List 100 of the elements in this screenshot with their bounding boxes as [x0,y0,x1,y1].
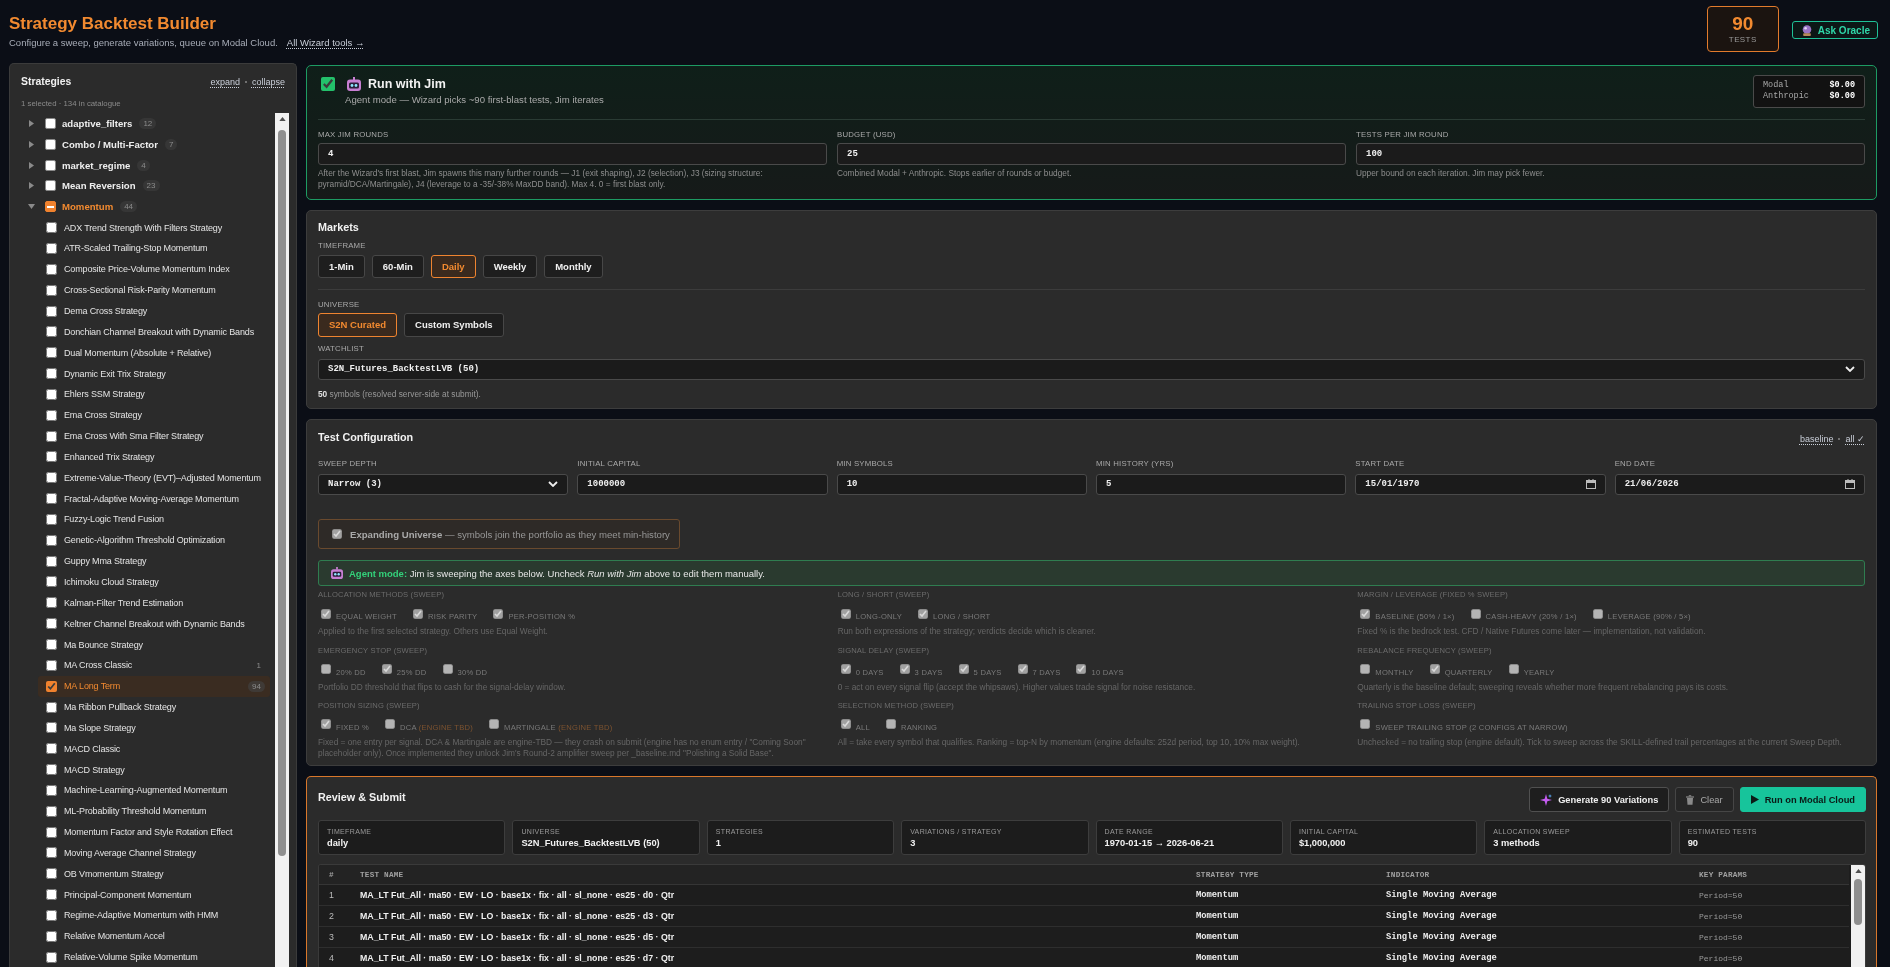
strategy-item[interactable]: Ma Bounce Strategy [38,634,270,655]
checkbox[interactable] [46,597,57,609]
sidebar-action-link[interactable]: expand [210,76,240,88]
strategy-item[interactable]: Dynamic Exit Trix Strategy [38,363,270,384]
strategy-item[interactable]: Momentum Factor and Style Rotation Effect [38,821,270,843]
timeframe-option[interactable]: 60-Min [371,254,424,279]
checkbox[interactable] [46,555,57,567]
strategy-item[interactable]: MACD Classic [38,738,270,760]
timeframe-option[interactable]: Daily [430,254,476,279]
checkbox[interactable] [45,201,56,213]
scrollbar-track[interactable] [1851,865,1865,967]
strategy-item[interactable]: ATR-Scaled Trailing-Stop Momentum [38,238,270,259]
scroll-up-icon[interactable] [278,117,286,121]
checkbox[interactable] [46,388,57,400]
checkbox[interactable] [46,513,57,525]
checkbox[interactable] [46,347,57,359]
timeframe-option[interactable]: Monthly [544,254,603,279]
strategy-item[interactable]: Relative-Volume Spike Momentum [38,946,270,967]
run-button[interactable]: Run on Modal Cloud [1739,786,1866,813]
caret-icon[interactable] [29,161,34,169]
checkbox[interactable] [46,680,57,692]
preset-link[interactable]: all ✓ [1845,432,1865,445]
checkbox[interactable] [46,868,57,880]
select-field[interactable]: Narrow (3) [318,473,569,495]
preset-link[interactable]: baseline [1799,432,1834,445]
category-item[interactable]: market_regime 4 [27,154,270,176]
input-field[interactable]: 5 [1096,473,1347,495]
checkbox[interactable] [46,784,57,796]
checkbox[interactable] [46,222,57,234]
checkbox[interactable] [46,618,57,630]
checkbox[interactable] [46,576,57,588]
select-field[interactable]: S2N_Futures_BacktestLVB (50) [318,358,1865,380]
scrollbar-thumb[interactable] [1854,879,1862,925]
strategy-item[interactable]: OB Vmomentum Strategy [38,863,270,885]
checkbox[interactable] [46,930,57,942]
date-field[interactable]: 21/06/2026 [1614,473,1865,495]
caret-icon[interactable] [29,119,34,127]
checkbox[interactable] [46,764,57,776]
strategy-item[interactable]: MA Cross Classic 1 [38,654,270,676]
caret-icon[interactable] [29,140,34,148]
timeframe-option[interactable]: 1-Min [318,254,365,279]
strategy-item[interactable]: Ma Ribbon Pullback Strategy [38,696,270,718]
strategy-item[interactable]: Genetic-Algorithm Threshold Optimization [38,529,270,551]
strategy-item[interactable]: Composite Price-Volume Momentum Index [38,258,270,280]
checkbox[interactable] [46,889,57,901]
checkbox[interactable] [46,910,57,921]
category-item[interactable]: adaptive_filters 12 [27,113,270,134]
ask-oracle-button[interactable]: Ask Oracle [1791,21,1878,39]
strategy-item[interactable]: MA Long Term 94 [38,675,270,697]
checkbox[interactable] [46,430,57,442]
universe-option[interactable]: Custom Symbols [404,313,504,337]
date-field[interactable]: 15/01/1970 [1355,473,1606,495]
input-field[interactable]: 1000000 [577,473,828,495]
category-item[interactable]: Combo / Multi-Factor 7 [27,133,270,155]
checkbox[interactable] [45,180,56,192]
timeframe-option[interactable]: Weekly [482,254,538,279]
strategy-item[interactable]: Ema Cross Strategy [38,404,270,426]
strategy-item[interactable]: MACD Strategy [38,759,270,780]
checkbox[interactable] [45,117,56,129]
universe-option[interactable]: S2N Curated [318,313,397,337]
strategy-item[interactable]: ML-Probability Threshold Momentum [38,800,270,822]
strategy-item[interactable]: Ehlers SSM Strategy [38,383,270,405]
scroll-up-icon[interactable] [1854,869,1862,873]
checkbox[interactable] [46,743,57,755]
checkbox[interactable] [46,826,57,838]
calendar-icon[interactable] [1585,479,1596,490]
checkbox[interactable] [46,493,57,505]
strategy-item[interactable]: Keltner Channel Breakout with Dynamic Bands [38,613,270,635]
category-item[interactable]: Momentum 44 [27,196,270,218]
checkbox[interactable] [46,951,57,963]
checkbox[interactable] [321,77,335,92]
checkbox[interactable] [46,284,57,296]
strategy-item[interactable]: Kalman-Filter Trend Estimation [38,592,270,614]
strategy-item[interactable]: Dema Cross Strategy [38,300,270,322]
checkbox[interactable] [45,138,56,150]
checkbox[interactable] [46,701,57,713]
strategy-item[interactable]: Enhanced Trix Strategy [38,446,270,468]
strategy-item[interactable]: Cross-Sectional Risk-Parity Momentum [38,279,270,301]
input-field[interactable]: 100 [1356,143,1865,165]
scrollbar-thumb[interactable] [278,130,286,856]
strategy-item[interactable]: Ichimoku Cloud Strategy [38,571,270,593]
checkbox[interactable] [46,722,57,734]
input-field[interactable]: 10 [836,473,1087,495]
checkbox[interactable] [46,368,57,380]
strategy-item[interactable]: Fuzzy-Logic Trend Fusion [38,509,270,530]
strategy-item[interactable]: Principal-Component Momentum [38,884,270,906]
generate-button[interactable]: Generate 90 Variations [1529,786,1670,813]
strategy-item[interactable]: Machine-Learning-Augmented Momentum [38,780,270,801]
caret-icon[interactable] [28,204,35,210]
strategy-item[interactable]: Ma Slope Strategy [38,717,270,739]
category-item[interactable]: Mean Reversion 23 [27,175,270,197]
checkbox[interactable] [46,847,57,859]
input-field[interactable]: 25 [837,143,1346,165]
checkbox[interactable] [46,451,57,463]
strategy-item[interactable]: ADX Trend Strength With Filters Strategy [38,217,270,239]
checkbox[interactable] [46,263,57,275]
strategy-item[interactable]: Ema Cross With Sma Filter Strategy [38,425,270,447]
checkbox[interactable] [46,243,57,254]
wizard-tools-link[interactable]: All Wizard tools → [286,37,365,49]
scrollbar-track[interactable] [275,113,289,967]
